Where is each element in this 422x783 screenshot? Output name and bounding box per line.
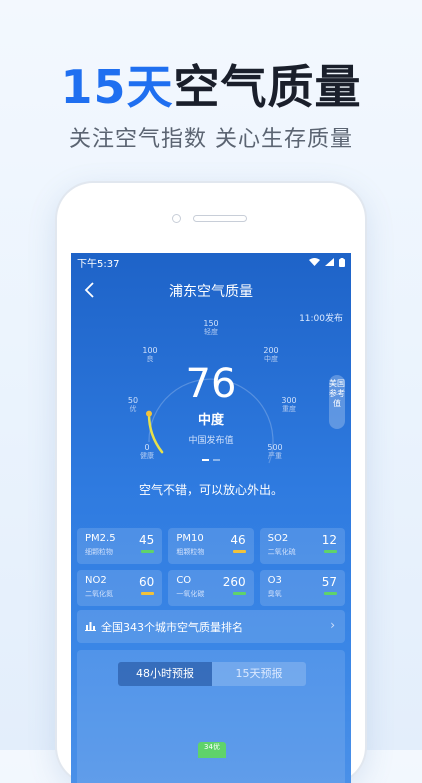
pollutant-value: 260 [222, 575, 246, 589]
page-dot-active [202, 459, 209, 461]
hero-title: 15天空气质量 [0, 58, 422, 116]
hero-title-text: 空气质量 [173, 60, 362, 114]
speaker-grille [193, 215, 247, 222]
pollutant-name: CO [176, 575, 192, 586]
pollutant-card-so2[interactable]: SO2 二氧化硫 12 [259, 528, 345, 564]
pollutant-name: O3 [267, 575, 282, 586]
pollutant-value: 46 [230, 533, 246, 547]
pollutant-desc: 二氧化氮 [85, 590, 113, 598]
nav-bar: 浦东空气质量 [71, 275, 351, 305]
city-ranking-link[interactable]: 全国343个城市空气质量排名 › [77, 610, 345, 643]
page-title: 浦东空气质量 [169, 284, 253, 300]
pollutant-desc: 粗颗粒物 [176, 548, 205, 556]
gauge-tick-150: 150 轻度 [196, 319, 226, 337]
health-advice: 空气不错，可以放心外出。 [138, 483, 283, 497]
tick-value: 150 [203, 319, 219, 328]
pollutant-level-bar [141, 550, 155, 553]
tick-label: 轻度 [204, 328, 218, 336]
app-screen: 下午5:37 浦东空气质量 11:00发布 0 健康 50 优 100 良 150 轻度… [71, 253, 351, 783]
pollutant-level-bar [324, 550, 337, 553]
signal-icon [325, 258, 334, 266]
pollutant-name: NO2 [85, 575, 107, 586]
pollutant-value: 12 [321, 533, 337, 547]
battery-icon [339, 257, 345, 267]
pollutant-card-pm10[interactable]: PM10 粗颗粒物 46 [168, 528, 254, 564]
ranking-label: 全国343个城市空气质量排名 [101, 621, 243, 634]
tick-label: 健康 [140, 452, 154, 460]
pollutant-level-bar [141, 592, 155, 595]
tick-value: 200 [263, 346, 279, 355]
status-icons [309, 257, 345, 267]
tick-value: 100 [142, 346, 158, 355]
forecast-panel: 48小时预报 15天预报 34优 [77, 650, 345, 783]
pollutant-value: 45 [139, 533, 155, 547]
bar-chart-icon [85, 622, 96, 631]
pollutant-desc: 二氧化硫 [267, 548, 296, 556]
pollutant-name: PM2.5 [85, 533, 116, 544]
pollutant-level-bar [232, 550, 246, 553]
hero-subtitle: 关注空气指数 关心生存质量 [69, 127, 353, 152]
tab-48-hour[interactable]: 48小时预报 [118, 662, 212, 686]
pollutant-card-pm25[interactable]: PM2.5 细颗粒物 45 [77, 528, 163, 564]
pollutant-desc: 臭氧 [267, 590, 282, 598]
forecast-tabs: 48小时预报 15天预报 [118, 662, 306, 686]
pollutant-desc: 一氧化碳 [176, 590, 205, 598]
tab-15-day[interactable]: 15天预报 [212, 662, 306, 686]
pollutant-name: SO2 [267, 533, 289, 544]
us-reference-button[interactable]: 美国参考值 [329, 375, 345, 429]
pollutant-level-bar [324, 592, 337, 595]
pollutant-card-no2[interactable]: NO2 二氧化氮 60 [77, 570, 163, 606]
chevron-right-icon: › [330, 618, 335, 632]
forecast-bar: 34优 [198, 742, 226, 758]
aqi-source: 中国发布值 [188, 436, 234, 446]
tick-label: 严重 [268, 452, 282, 460]
pollutant-card-co[interactable]: CO 一氧化碳 260 [168, 570, 254, 606]
status-time: 下午5:37 [77, 258, 120, 270]
hero-title-highlight: 15天 [60, 60, 174, 114]
pollutant-level-bar [232, 592, 246, 595]
phone-frame: 下午5:37 浦东空气质量 11:00发布 0 健康 50 优 100 良 150 轻度… [57, 183, 365, 783]
pollutant-grid: PM2.5 细颗粒物 45 PM10 粗颗粒物 46 SO2 二氧化硫 12 NO2 二氧化氮… [77, 528, 345, 606]
wifi-icon [309, 258, 320, 266]
pollutant-value: 57 [321, 575, 337, 589]
aqi-value: 76 [185, 361, 237, 407]
status-bar: 下午5:37 [71, 253, 351, 271]
page-indicator [202, 459, 220, 461]
pollutant-card-o3[interactable]: O3 臭氧 57 [259, 570, 345, 606]
page-dot [213, 459, 220, 461]
camera-icon [172, 214, 181, 223]
aqi-level: 中度 [197, 413, 224, 428]
pollutant-value: 60 [139, 575, 155, 589]
pollutant-desc: 细颗粒物 [85, 548, 113, 556]
pollutant-name: PM10 [176, 533, 204, 544]
